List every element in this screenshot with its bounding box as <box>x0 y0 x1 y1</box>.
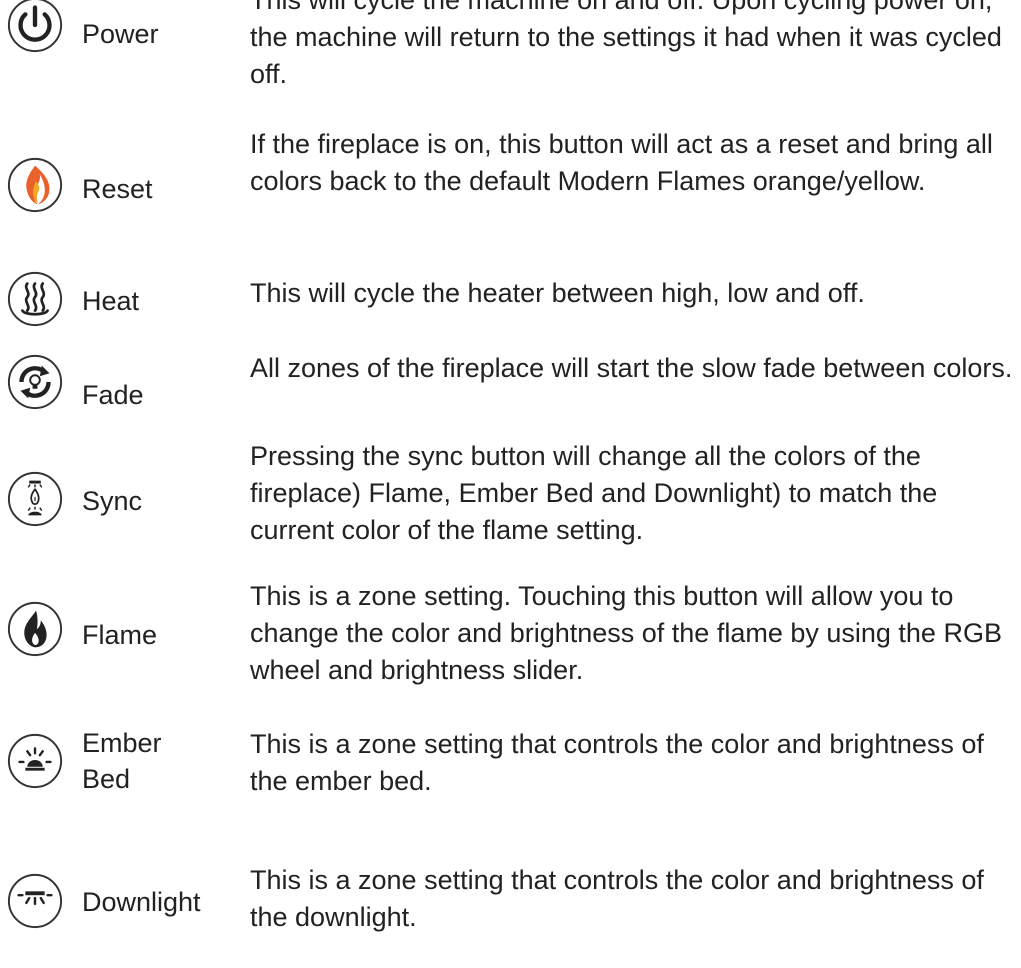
downlight-icon <box>6 872 64 930</box>
flame-description: This is a zone setting. Touching this bu… <box>250 581 1002 685</box>
reset-label: Reset <box>82 174 153 204</box>
sync-icon <box>6 470 64 528</box>
downlight-description: This is a zone setting that controls the… <box>250 865 984 932</box>
heat-description: This will cycle the heater between high,… <box>250 278 865 308</box>
ember-bed-label: Ember Bed <box>82 728 162 794</box>
reset-description: If the fireplace is on, this button will… <box>250 129 993 196</box>
downlight-label: Downlight <box>82 887 201 917</box>
flame-icon <box>6 600 64 658</box>
fade-label: Fade <box>82 380 144 410</box>
heat-icon <box>6 270 64 328</box>
sync-label: Sync <box>82 486 143 516</box>
power-description: This will cycle the machine on and off. … <box>250 0 1002 89</box>
fade-description: All zones of the fireplace will start th… <box>250 353 1013 383</box>
heat-label: Heat <box>82 286 140 316</box>
power-label: Power <box>82 19 159 49</box>
ember-bed-icon <box>6 732 64 790</box>
flame-label: Flame <box>82 620 158 650</box>
power-icon <box>6 0 64 54</box>
sync-description: Pressing the sync button will change all… <box>250 441 938 545</box>
ember-bed-description: This is a zone setting that controls the… <box>250 729 984 796</box>
fade-icon <box>6 353 64 411</box>
flame-reset-icon <box>6 156 64 214</box>
